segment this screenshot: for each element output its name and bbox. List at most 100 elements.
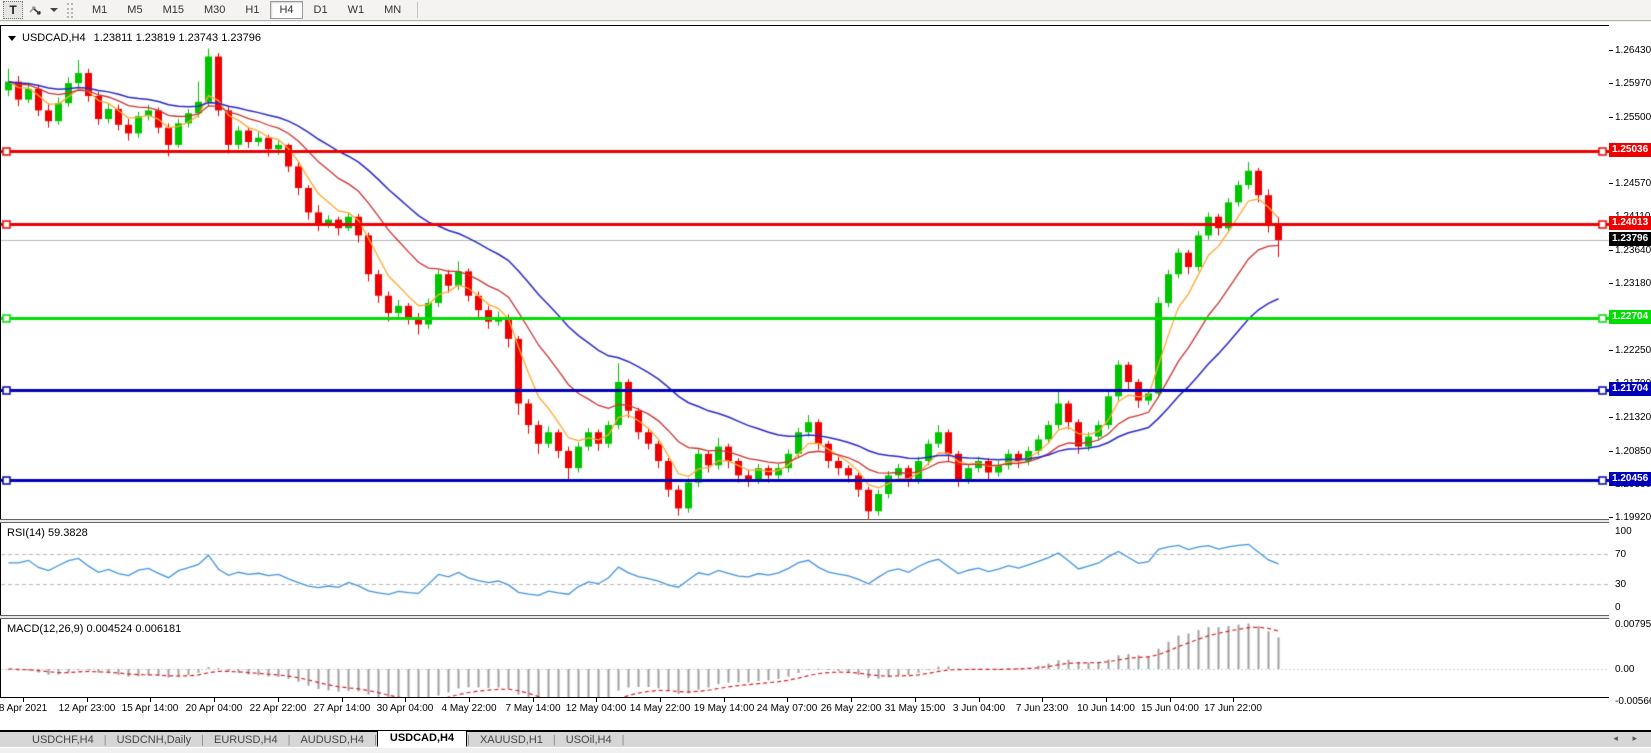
time-tick bbox=[1233, 698, 1234, 702]
time-tick-label: 22 Apr 22:00 bbox=[250, 703, 307, 714]
price-tick bbox=[1609, 451, 1613, 452]
timeframe-button-m1[interactable]: M1 bbox=[83, 1, 116, 19]
time-tick-label: 24 May 07:00 bbox=[757, 703, 818, 714]
rsi-tick-label: 100 bbox=[1615, 526, 1632, 537]
macd-label: MACD(12,26,9) 0.004524 0.006181 bbox=[7, 623, 181, 635]
time-tick-label: 17 Jun 22:00 bbox=[1204, 703, 1262, 714]
time-tick-label: 3 Jun 04:00 bbox=[953, 703, 1005, 714]
toolbar-grip[interactable] bbox=[67, 3, 73, 18]
chart-tab-usdcnh[interactable]: USDCNH,Daily bbox=[107, 734, 202, 746]
timeframe-button-h1[interactable]: H1 bbox=[236, 1, 268, 19]
time-tick bbox=[533, 698, 534, 702]
macd-tick-label: 0.00 bbox=[1615, 664, 1634, 675]
price-tick bbox=[1609, 50, 1613, 51]
tab-scroll-left-icon[interactable]: ◂ bbox=[1613, 733, 1624, 743]
text-tool-icon: T bbox=[9, 3, 16, 17]
price-tick bbox=[1609, 283, 1613, 284]
timeframe-button-m30[interactable]: M30 bbox=[195, 1, 234, 19]
time-tick bbox=[915, 698, 916, 702]
price-tick bbox=[1609, 417, 1613, 418]
toolbar-separator bbox=[417, 2, 418, 18]
price-tick-label: 1.25500 bbox=[1615, 112, 1651, 123]
chart-ohlc-quote: 1.23811 1.23819 1.23743 1.23796 bbox=[94, 32, 261, 44]
time-tick-label: 12 Apr 23:00 bbox=[59, 703, 116, 714]
arrange-windows-button[interactable] bbox=[26, 1, 46, 19]
main-chart-canvas[interactable] bbox=[1, 26, 1609, 519]
main-chart-panel: USDCAD,H4 1.23811 1.23819 1.23743 1.2379… bbox=[0, 25, 1609, 519]
macd-tick-label: -0.005663 bbox=[1615, 696, 1651, 707]
chart-tab-usdchf[interactable]: USDCHF,H4 bbox=[22, 734, 104, 746]
time-tick-label: 8 Apr 2021 bbox=[0, 703, 47, 714]
tab-separator: | bbox=[622, 734, 625, 746]
timeframe-button-w1[interactable]: W1 bbox=[339, 1, 374, 19]
text-tool-button[interactable]: T bbox=[3, 1, 23, 19]
price-tick bbox=[1609, 117, 1613, 118]
time-tick-label: 7 May 14:00 bbox=[505, 703, 560, 714]
timeframe-button-h4[interactable]: H4 bbox=[270, 1, 302, 19]
tab-scroll-arrows: ◂ ▸ bbox=[1613, 733, 1643, 744]
chart-tab-audusd[interactable]: AUDUSD,H4 bbox=[290, 734, 374, 746]
chart-tab-eurusd[interactable]: EURUSD,H4 bbox=[204, 734, 288, 746]
time-tick-label: 20 Apr 04:00 bbox=[186, 703, 243, 714]
time-tick-label: 30 Apr 04:00 bbox=[377, 703, 434, 714]
line-price-tag: 1.25036 bbox=[1609, 143, 1651, 157]
toolbar: T M1M5M15M30H1H4D1W1MN bbox=[0, 0, 1651, 21]
time-tick bbox=[1106, 698, 1107, 702]
price-axis[interactable]: 1.264301.259701.255001.245701.241101.236… bbox=[1609, 22, 1651, 730]
price-tick-label: 1.24570 bbox=[1615, 178, 1651, 189]
time-tick bbox=[851, 698, 852, 702]
macd-canvas[interactable] bbox=[1, 619, 1609, 697]
chart-title-arrow-icon[interactable] bbox=[8, 36, 16, 41]
macd-tick-label: 0.007959 bbox=[1615, 619, 1651, 630]
chart-symbol-label: USDCAD,H4 bbox=[22, 32, 86, 44]
time-tick bbox=[596, 698, 597, 702]
time-tick bbox=[787, 698, 788, 702]
rsi-canvas[interactable] bbox=[1, 523, 1609, 615]
line-price-tag: 1.24013 bbox=[1609, 216, 1651, 230]
timeframe-button-m5[interactable]: M5 bbox=[118, 1, 151, 19]
rsi-panel: RSI(14) 59.3828 bbox=[0, 523, 1609, 615]
time-axis[interactable]: 8 Apr 202112 Apr 23:0015 Apr 14:0020 Apr… bbox=[0, 698, 1609, 730]
time-tick-label: 7 Jun 23:00 bbox=[1016, 703, 1068, 714]
time-tick bbox=[979, 698, 980, 702]
price-tick-label: 1.23180 bbox=[1615, 278, 1651, 289]
time-tick bbox=[342, 698, 343, 702]
time-tick bbox=[469, 698, 470, 702]
time-tick bbox=[87, 698, 88, 702]
line-price-tag: 1.20456 bbox=[1609, 472, 1651, 486]
chart-tab-usoil[interactable]: USOil,H4 bbox=[556, 734, 622, 746]
timeframe-button-m15[interactable]: M15 bbox=[154, 1, 193, 19]
time-tick bbox=[214, 698, 215, 702]
timeframe-toolbar: M1M5M15M30H1H4D1W1MN bbox=[82, 1, 411, 19]
price-tick-label: 1.20850 bbox=[1615, 446, 1651, 457]
price-tick-label: 1.19920 bbox=[1615, 512, 1651, 523]
price-tick bbox=[1609, 183, 1613, 184]
dropdown-caret-icon[interactable] bbox=[50, 8, 58, 12]
price-tick bbox=[1609, 350, 1613, 351]
time-tick bbox=[724, 698, 725, 702]
time-tick-label: 26 May 22:00 bbox=[821, 703, 882, 714]
time-tick-label: 31 May 15:00 bbox=[885, 703, 946, 714]
price-tick bbox=[1609, 83, 1613, 84]
arrange-arrows-icon bbox=[28, 3, 44, 17]
current-price-tag: 1.23796 bbox=[1609, 232, 1651, 246]
timeframe-button-mn[interactable]: MN bbox=[375, 1, 410, 19]
time-tick-label: 15 Jun 04:00 bbox=[1141, 703, 1199, 714]
time-tick-label: 4 May 22:00 bbox=[441, 703, 496, 714]
tab-scroll-right-icon[interactable]: ▸ bbox=[1632, 733, 1643, 743]
chart-title: USDCAD,H4 1.23811 1.23819 1.23743 1.2379… bbox=[8, 32, 261, 44]
time-tick bbox=[660, 698, 661, 702]
time-tick-label: 10 Jun 14:00 bbox=[1077, 703, 1135, 714]
line-price-tag: 1.22704 bbox=[1609, 310, 1651, 324]
price-tick-label: 1.23640 bbox=[1615, 245, 1651, 256]
rsi-tick-label: 70 bbox=[1615, 549, 1626, 560]
time-tick bbox=[1170, 698, 1171, 702]
chart-tab-xauusd[interactable]: XAUUSD,H1 bbox=[470, 734, 553, 746]
chart-tab-usdcad[interactable]: USDCAD,H4 bbox=[377, 730, 467, 747]
time-tick-label: 27 Apr 14:00 bbox=[314, 703, 371, 714]
price-tick-label: 1.21320 bbox=[1615, 412, 1651, 423]
price-tick bbox=[1609, 517, 1613, 518]
timeframe-button-d1[interactable]: D1 bbox=[305, 1, 337, 19]
time-tick bbox=[278, 698, 279, 702]
line-price-tag: 1.21704 bbox=[1609, 382, 1651, 396]
